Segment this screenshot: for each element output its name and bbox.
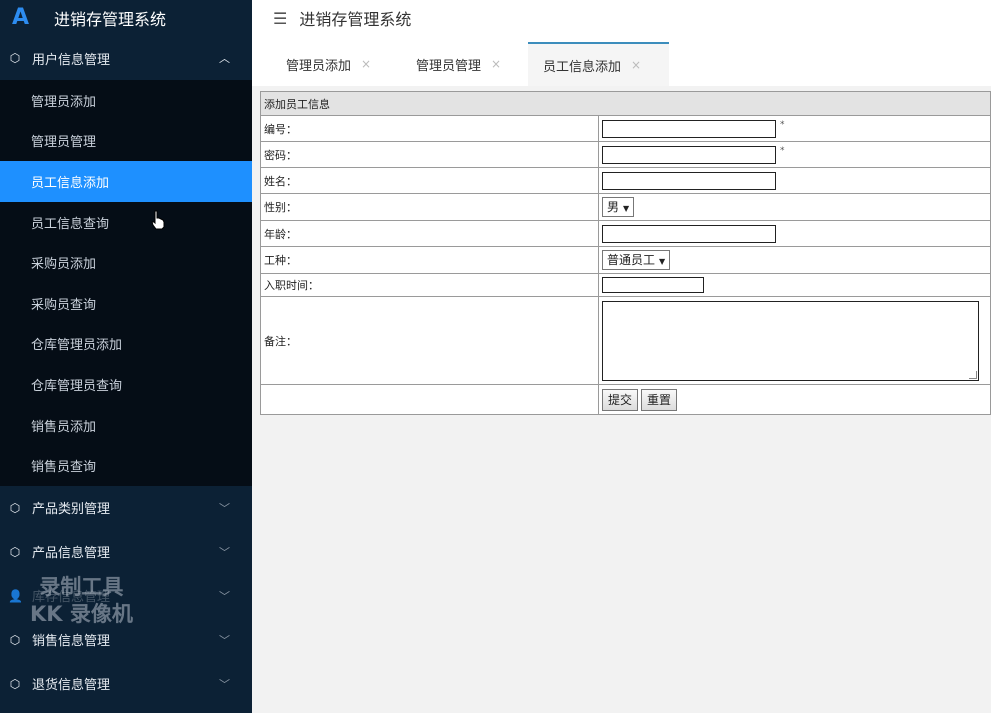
- logo-icon: A: [12, 5, 30, 30]
- menu-toggle-icon[interactable]: ☰: [273, 9, 287, 28]
- field-label-hire-date: 入职时间：: [260, 273, 599, 297]
- tab-label: 管理员管理: [416, 58, 482, 74]
- menu-group-product-info[interactable]: ⬡ 产品信息管理 ﹀: [0, 530, 252, 574]
- field-label-job-type: 工种：: [260, 246, 599, 274]
- menu-group-label: 产品类别管理: [32, 502, 111, 518]
- close-icon[interactable]: ×: [631, 58, 641, 72]
- tab-label: 员工信息添加: [543, 59, 622, 75]
- user-icon: 👤: [8, 588, 23, 603]
- menu-group-product-category[interactable]: ⬡ 产品类别管理 ﹀: [0, 486, 252, 530]
- dropdown-arrow-icon: ▼: [659, 257, 666, 266]
- name-input[interactable]: [602, 171, 776, 190]
- employee-form: 添加员工信息 编号： * 密码： * 姓名： 性别： 男 ▼ 年龄： 工种： 普通…: [260, 91, 991, 415]
- chevron-down-icon: ﹀: [219, 589, 230, 603]
- age-input[interactable]: [602, 224, 776, 243]
- tab-admin-add[interactable]: 管理员添加 ×: [252, 42, 382, 86]
- tab-employee-add[interactable]: 员工信息添加 ×: [528, 42, 669, 86]
- sidebar-item-salesperson-query[interactable]: 销售员查询: [0, 445, 252, 486]
- close-icon[interactable]: ×: [491, 57, 501, 71]
- tab-label: 管理员添加: [286, 58, 352, 74]
- sidebar-item-admin-add[interactable]: 管理员添加: [0, 80, 252, 121]
- menu-group-user-info[interactable]: ⬡ 用户信息管理 ︿: [0, 36, 252, 80]
- menu-group-label: 退货信息管理: [32, 678, 111, 694]
- menu-group-label: 销售信息管理: [32, 634, 111, 650]
- sidebar-item-warehouse-admin-query[interactable]: 仓库管理员查询: [0, 364, 252, 405]
- chevron-down-icon: ﹀: [219, 677, 230, 691]
- field-label-gender: 性别：: [260, 193, 599, 221]
- dropdown-arrow-icon: ▼: [623, 204, 630, 213]
- tab-bar: 管理员添加 × 管理员管理 × 员工信息添加 ×: [252, 36, 991, 86]
- chevron-down-icon: ﹀: [219, 501, 230, 515]
- cube-icon: ⬡: [9, 544, 21, 559]
- chevron-down-icon: ﹀: [219, 633, 230, 647]
- remark-textarea[interactable]: [602, 300, 979, 381]
- field-label-remark: 备注：: [260, 296, 599, 385]
- field-label-id: 编号：: [260, 115, 599, 142]
- chevron-up-icon: ︿: [219, 52, 230, 65]
- header-title: 进销存管理系统: [299, 10, 412, 29]
- hand-cursor-icon: [151, 210, 165, 230]
- menu-group-sales-info[interactable]: ⬡ 销售信息管理 ﹀: [0, 618, 252, 662]
- sidebar-item-admin-manage[interactable]: 管理员管理: [0, 121, 252, 162]
- required-mark: *: [780, 119, 785, 130]
- sidebar-item-employee-query[interactable]: 员工信息查询: [0, 202, 252, 243]
- gender-select[interactable]: 男 ▼: [602, 197, 635, 217]
- gender-value: 男: [607, 200, 620, 214]
- menu-group-label: 产品信息管理: [32, 546, 111, 562]
- form-heading: 添加员工信息: [260, 91, 991, 116]
- close-icon[interactable]: ×: [361, 57, 371, 71]
- submit-button[interactable]: 提交: [602, 388, 639, 411]
- employee-id-input[interactable]: [602, 119, 776, 138]
- cube-icon: ⬡: [9, 676, 21, 691]
- tab-admin-manage[interactable]: 管理员管理 ×: [382, 42, 526, 86]
- field-label-name: 姓名：: [260, 167, 599, 194]
- sidebar-item-purchaser-query[interactable]: 采购员查询: [0, 283, 252, 324]
- chevron-down-icon: ﹀: [219, 545, 230, 559]
- job-type-value: 普通员工: [607, 253, 656, 267]
- sidebar-item-employee-add[interactable]: 员工信息添加: [0, 161, 252, 202]
- submenu-user-info: 管理员添加 管理员管理 员工信息添加 员工信息查询 采购员添加 采购员查询 仓库…: [0, 80, 252, 486]
- job-type-select[interactable]: 普通员工 ▼: [602, 250, 671, 270]
- password-input[interactable]: [602, 145, 776, 164]
- app-title: 进销存管理系统: [54, 10, 167, 29]
- sidebar-item-warehouse-admin-add[interactable]: 仓库管理员添加: [0, 324, 252, 365]
- reset-button[interactable]: 重置: [641, 388, 678, 411]
- sidebar-item-salesperson-add[interactable]: 销售员添加: [0, 405, 252, 446]
- form-table: 添加员工信息 编号： * 密码： * 姓名： 性别： 男 ▼ 年龄： 工种： 普通…: [260, 91, 991, 415]
- sidebar-item-purchaser-add[interactable]: 采购员添加: [0, 242, 252, 283]
- cube-icon: ⬡: [9, 632, 21, 647]
- menu-group-return-info[interactable]: ⬡ 退货信息管理 ﹀: [0, 662, 252, 706]
- field-label-password: 密码：: [260, 141, 599, 168]
- sidebar: A 进销存管理系统 ⬡ 用户信息管理 ︿ 管理员添加 管理员管理 员工信息添加 …: [0, 0, 252, 713]
- menu-group-label: 库存信息管理: [32, 590, 111, 606]
- header: ☰ 进销存管理系统: [252, 0, 991, 36]
- empty-cell: [260, 384, 599, 415]
- required-mark: *: [780, 145, 785, 156]
- field-label-age: 年龄：: [260, 220, 599, 247]
- hire-date-input[interactable]: [602, 277, 704, 293]
- menu-group-label: 用户信息管理: [32, 52, 111, 68]
- cube-icon: ⬡: [9, 500, 21, 515]
- cube-icon: ⬡: [9, 51, 21, 65]
- menu-group-stock-info[interactable]: 👤 库存信息管理 ﹀: [0, 574, 252, 618]
- app-logo[interactable]: A 进销存管理系统: [0, 0, 252, 36]
